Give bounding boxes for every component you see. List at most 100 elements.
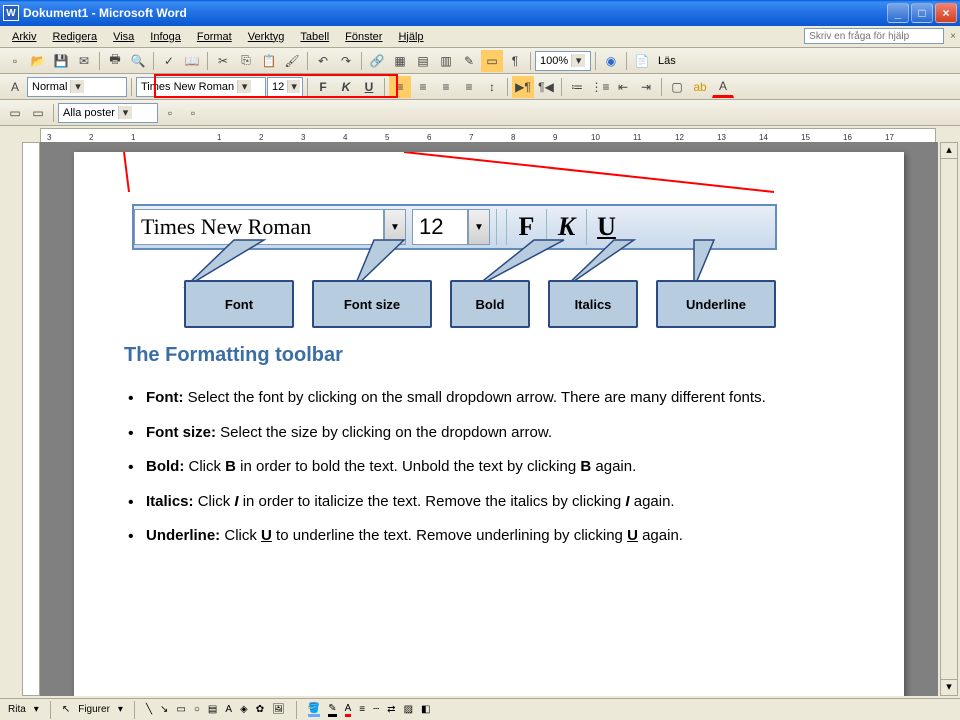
font-combo[interactable]: Times New Roman▾ [136,77,266,97]
underline-button[interactable]: U [358,76,380,98]
help-search-input[interactable] [804,28,944,44]
permission-icon[interactable]: ✉ [73,50,95,72]
figurer-label[interactable]: Figurer [78,704,110,715]
open-icon[interactable]: 📂 [27,50,49,72]
line-spacing-icon[interactable]: ↕ [481,76,503,98]
copy-icon[interactable]: ⎘ [235,50,257,72]
hyperlink-icon[interactable]: 🔗 [366,50,388,72]
line-icon[interactable]: ╲ [146,704,152,715]
merge-icon-2[interactable]: ▭ [27,102,49,124]
italic-button[interactable]: K [335,76,357,98]
menu-visa[interactable]: Visa [105,29,142,45]
font-color-icon-2[interactable]: A [345,703,352,717]
menu-format[interactable]: Format [189,29,240,45]
merge-icon-3[interactable]: ▫ [159,102,181,124]
picture-icon[interactable]: 🖼 [272,704,285,715]
zoom-combo[interactable]: 100%▾ [535,51,591,71]
print-icon[interactable]: 🖶 [104,50,126,72]
clipart-icon[interactable]: ✿ [256,704,264,715]
minimize-button[interactable]: _ [887,3,909,23]
zoom-font-dropdown-icon[interactable]: ▼ [384,209,406,245]
help-close-icon[interactable]: × [950,31,956,42]
drawing-icon[interactable]: ✎ [458,50,480,72]
align-center-icon[interactable]: ≡ [412,76,434,98]
format-painter-icon[interactable]: 🖌 [281,50,303,72]
table-draw-icon[interactable]: ▤ [412,50,434,72]
bullet-list-icon[interactable]: ⋮≡ [589,76,611,98]
align-right-icon[interactable]: ≡ [435,76,457,98]
increase-indent-icon[interactable]: ⇥ [635,76,657,98]
zoom-bold-button[interactable]: F [506,209,546,245]
rita-arrow-icon[interactable]: ▾ [34,704,39,715]
arrow-style-icon[interactable]: ⇄ [387,704,395,715]
zoom-fontsize-field[interactable]: 12 [412,209,468,245]
columns-icon[interactable]: ▥ [435,50,457,72]
textbox-icon[interactable]: ▤ [208,704,217,715]
decrease-indent-icon[interactable]: ⇤ [612,76,634,98]
table-insert-icon[interactable]: ▦ [389,50,411,72]
rita-label[interactable]: Rita [8,704,26,715]
merge-icon-1[interactable]: ▭ [4,102,26,124]
zoom-font-field[interactable]: Times New Roman [134,209,384,245]
menu-hjalp[interactable]: Hjälp [390,29,431,45]
bold-button[interactable]: F [312,76,334,98]
align-left-icon[interactable]: ≡ [389,76,411,98]
fontsize-combo[interactable]: 12▾ [267,77,303,97]
figurer-arrow-icon[interactable]: ▾ [118,704,123,715]
vertical-scrollbar[interactable]: ▴ ▾ [940,142,958,696]
ltr-icon[interactable]: ▶¶ [512,76,534,98]
scroll-up-icon[interactable]: ▴ [941,143,957,159]
menu-infoga[interactable]: Infoga [142,29,189,45]
new-doc-icon[interactable]: ▫ [4,50,26,72]
line-color-icon[interactable]: ✎ [328,703,336,717]
menu-redigera[interactable]: Redigera [44,29,105,45]
fill-color-icon[interactable]: 🪣 [308,703,320,717]
allaposter-combo[interactable]: Alla poster▾ [58,103,158,123]
menu-fonster[interactable]: Fönster [337,29,390,45]
styles-pane-icon[interactable]: A [4,76,26,98]
save-icon[interactable]: 💾 [50,50,72,72]
oval-icon[interactable]: ○ [194,704,200,715]
menu-arkiv[interactable]: Arkiv [4,29,44,45]
menu-tabell[interactable]: Tabell [292,29,337,45]
scroll-down-icon[interactable]: ▾ [941,679,957,695]
highlight-icon[interactable]: ab [689,76,711,98]
read-mode-icon[interactable]: 📄 [631,50,653,72]
document-area[interactable]: Times New Roman ▼ 12 ▼ F K U Font Font s… [40,142,938,696]
rect-icon[interactable]: ▭ [176,704,185,715]
standard-toolbar: ▫ 📂 💾 ✉ 🖶 🔍 ✓ 📖 ✂ ⎘ 📋 🖌 ↶ ↷ 🔗 ▦ ▤ ▥ ✎ ▭ … [0,48,960,74]
cut-icon[interactable]: ✂ [212,50,234,72]
wordart-icon[interactable]: A [225,704,232,715]
show-para-icon[interactable]: ¶ [504,50,526,72]
borders-icon[interactable]: ▢ [666,76,688,98]
line-weight-icon[interactable]: ≡ [359,704,365,715]
close-button[interactable]: × [935,3,957,23]
preview-icon[interactable]: 🔍 [127,50,149,72]
numbered-list-icon[interactable]: ≔ [566,76,588,98]
style-combo[interactable]: Normal▾ [27,77,127,97]
research-icon[interactable]: 📖 [181,50,203,72]
3d-icon[interactable]: ◧ [421,704,430,715]
paste-icon[interactable]: 📋 [258,50,280,72]
vertical-ruler[interactable] [22,142,40,696]
dash-icon[interactable]: ┄ [373,704,379,715]
redo-icon[interactable]: ↷ [335,50,357,72]
undo-icon[interactable]: ↶ [312,50,334,72]
shadow-icon[interactable]: ▨ [404,704,413,715]
help-icon[interactable]: ◉ [600,50,622,72]
diagram-icon[interactable]: ◈ [240,704,248,715]
read-label[interactable]: Läs [654,55,680,67]
menu-verktyg[interactable]: Verktyg [240,29,293,45]
spell-icon[interactable]: ✓ [158,50,180,72]
zoom-italic-button[interactable]: K [546,209,586,245]
zoom-fontsize-dropdown-icon[interactable]: ▼ [468,209,490,245]
zoom-underline-button[interactable]: U [586,209,626,245]
arrow-icon[interactable]: ↘ [160,704,168,715]
rtl-icon[interactable]: ¶◀ [535,76,557,98]
maximize-button[interactable]: □ [911,3,933,23]
select-arrow-icon[interactable]: ↖ [62,704,70,715]
font-color-icon[interactable]: A [712,76,734,98]
doc-map-icon[interactable]: ▭ [481,50,503,72]
align-justify-icon[interactable]: ≡ [458,76,480,98]
merge-icon-4[interactable]: ▫ [182,102,204,124]
